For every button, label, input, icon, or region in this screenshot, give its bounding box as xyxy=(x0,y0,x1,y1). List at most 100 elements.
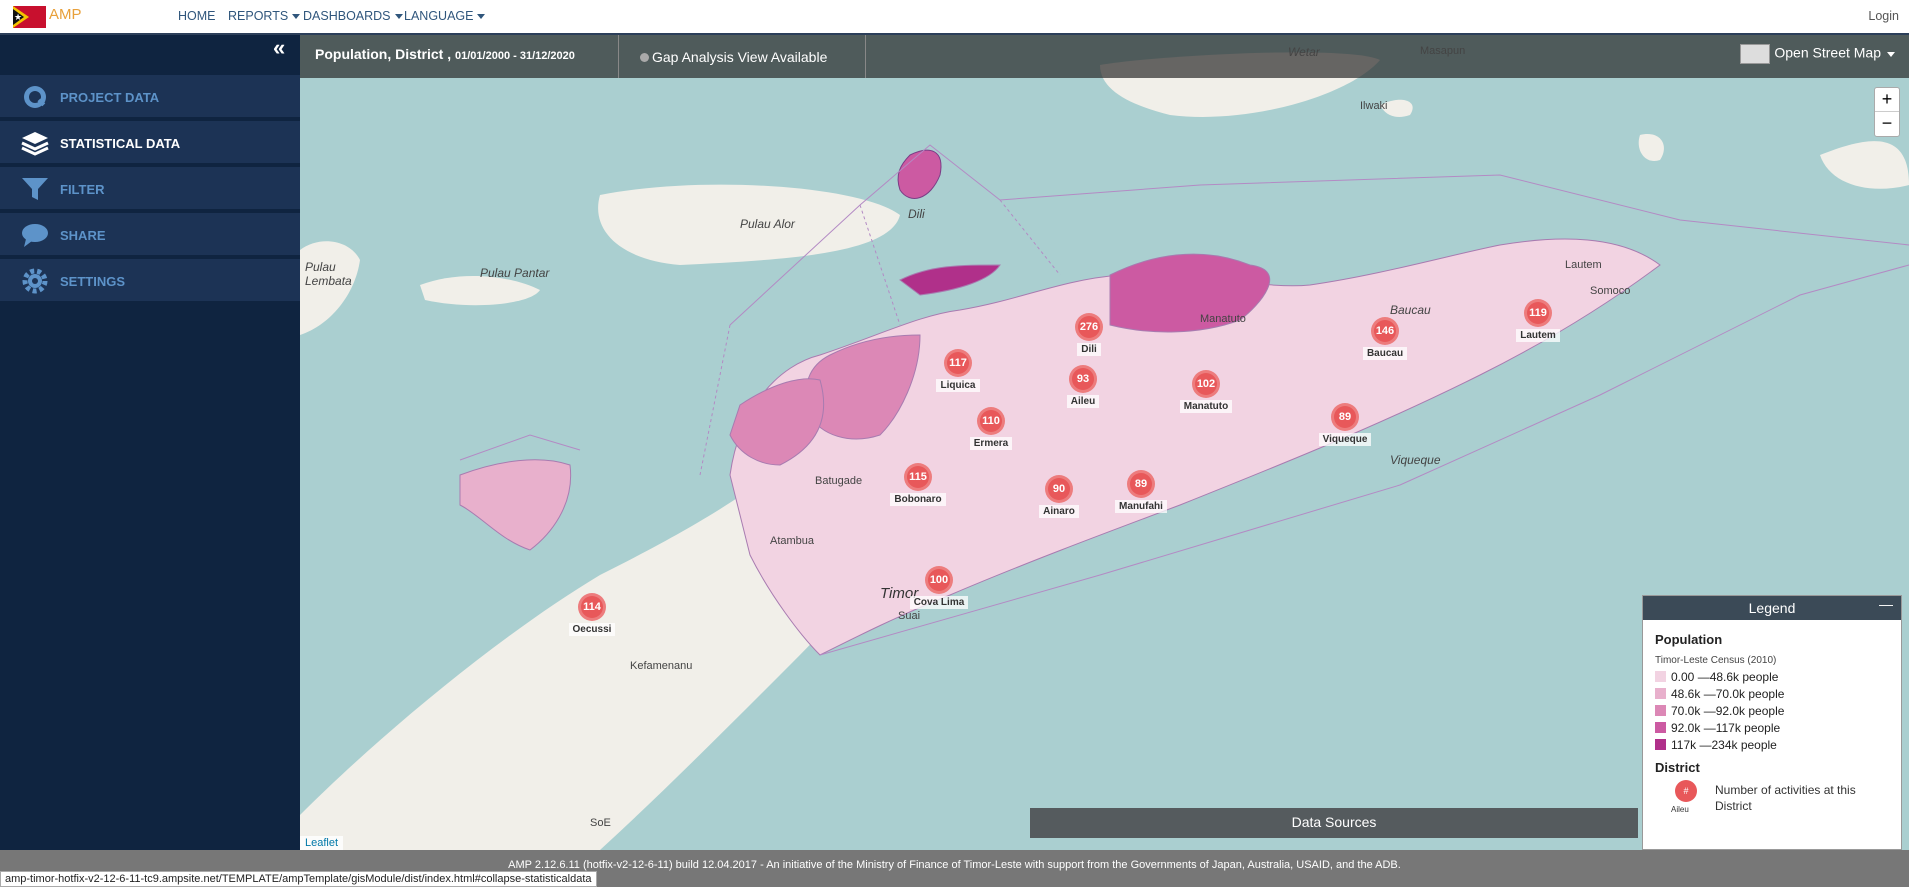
brand-name[interactable]: AMP xyxy=(49,6,82,23)
place-label: Dili xyxy=(908,207,925,221)
nav-dashboards[interactable]: DASHBOARDS xyxy=(303,9,403,23)
district-marker-aileu[interactable]: 93 Aileu xyxy=(1028,365,1138,408)
legend-range-label: 0.00 —48.6k people xyxy=(1671,670,1779,684)
activity-count: 100 xyxy=(925,566,953,594)
divider xyxy=(618,35,619,78)
legend-panel: Legend — Population Timor-Leste Census (2… xyxy=(1642,595,1902,850)
islet-shape xyxy=(1638,134,1664,161)
minimize-icon[interactable]: — xyxy=(1879,592,1893,616)
sidebar-item-project-data[interactable]: PROJECT DATA xyxy=(0,75,300,119)
map-canvas[interactable]: Population, District , 01/01/2000 - 31/1… xyxy=(300,35,1909,850)
login-link[interactable]: Login xyxy=(1868,9,1899,23)
gear-icon xyxy=(22,268,48,294)
district-label: Ainaro xyxy=(1039,505,1079,518)
sidebar-item-settings[interactable]: SETTINGS xyxy=(0,259,300,303)
legend-range-label: 92.0k —117k people xyxy=(1671,721,1781,735)
data-sources-button[interactable]: Data Sources xyxy=(1030,808,1638,838)
sidebar-item-label: FILTER xyxy=(60,182,105,197)
place-label: Wetar xyxy=(1288,45,1320,59)
color-swatch xyxy=(1655,705,1666,716)
sidebar-item-label: PROJECT DATA xyxy=(60,90,160,105)
district-marker-bobonaro[interactable]: 115 Bobonaro xyxy=(863,463,973,506)
district-marker-cova-lima[interactable]: 100 Cova Lima xyxy=(884,566,994,609)
gap-analysis-label: Gap Analysis View Available xyxy=(652,49,828,65)
district-marker-viqueque[interactable]: 89 Viqueque xyxy=(1290,403,1400,446)
legend-range: 70.0k —92.0k people xyxy=(1655,703,1901,720)
place-label: Batugade xyxy=(815,475,863,487)
footer-text: AMP 2.12.6.11 (hotfix-v2-12-6-11) build … xyxy=(508,859,1401,871)
layer-title: Population, District , 01/01/2000 - 31/1… xyxy=(315,46,575,62)
nav-reports-label: REPORTS xyxy=(228,9,289,23)
legend-header: Legend — xyxy=(1643,596,1901,620)
nav-language[interactable]: LANGUAGE xyxy=(404,9,486,23)
activity-count: 89 xyxy=(1127,470,1155,498)
timor-leste-flag-logo[interactable]: ★ xyxy=(13,6,46,28)
nav-reports[interactable]: REPORTS xyxy=(228,9,301,23)
district-marker-manufahi[interactable]: 89 Manufahi xyxy=(1086,470,1196,513)
zoom-out-button[interactable]: − xyxy=(1875,112,1899,136)
top-navbar: ★ AMP HOME REPORTS DASHBOARDS LANGUAGE L… xyxy=(0,0,1909,35)
leaflet-attribution-link[interactable]: Leaflet xyxy=(300,836,344,850)
search-icon xyxy=(24,86,46,108)
gap-analysis-toggle[interactable]: Gap Analysis View Available xyxy=(640,49,827,65)
activity-count: 93 xyxy=(1069,365,1097,393)
zoom-in-button[interactable]: + xyxy=(1875,88,1899,112)
legend-range-label: 117k —234k people xyxy=(1671,738,1777,752)
activity-count: 114 xyxy=(578,593,606,621)
nav-dashboards-label: DASHBOARDS xyxy=(303,9,391,23)
place-label: Suai xyxy=(898,610,921,622)
district-marker-dili[interactable]: 276 Dili xyxy=(1034,313,1144,356)
divider xyxy=(865,35,866,78)
chevron-down-icon xyxy=(1887,51,1895,57)
color-swatch xyxy=(1655,671,1666,682)
district-marker-baucau[interactable]: 146 Baucau xyxy=(1330,317,1440,360)
legend-district: District # Aileu Number of activities at… xyxy=(1655,760,1901,814)
sidebar: « PROJECT DATA STATISTICAL DATA FILTER S… xyxy=(0,35,300,850)
color-swatch xyxy=(1655,722,1666,733)
sidebar-item-label: SETTINGS xyxy=(60,274,126,289)
legend-range: 48.6k —70.0k people xyxy=(1655,686,1901,703)
activity-count: 119 xyxy=(1524,299,1552,327)
district-marker-icon: # xyxy=(1675,780,1697,802)
district-label: Lautem xyxy=(1516,329,1560,342)
place-label: Pulau Alor xyxy=(740,217,795,231)
place-label: Somoco xyxy=(1590,285,1631,297)
dili-district-shape xyxy=(899,264,1001,296)
legend-range-label: 70.0k —92.0k people xyxy=(1671,704,1785,718)
collapse-sidebar-icon[interactable]: « xyxy=(273,37,285,59)
chevron-down-icon xyxy=(394,14,403,20)
sidebar-item-share[interactable]: SHARE xyxy=(0,213,300,257)
activity-count: 102 xyxy=(1192,370,1220,398)
district-marker-manatuto[interactable]: 102 Manatuto xyxy=(1151,370,1261,413)
place-label: Pulau Pantar xyxy=(480,266,550,280)
district-label: Cova Lima xyxy=(909,596,969,609)
district-marker-oecussi[interactable]: 114 Oecussi xyxy=(537,593,647,636)
footer: AMP 2.12.6.11 (hotfix-v2-12-6-11) build … xyxy=(0,850,1909,887)
place-label: Ilwaki xyxy=(1360,100,1388,112)
district-marker-ermera[interactable]: 110 Ermera xyxy=(936,407,1046,450)
maritime-boundary xyxy=(459,434,581,461)
marker-description: Number of activities at this District xyxy=(1715,783,1856,813)
nav-language-label: LANGUAGE xyxy=(404,9,474,23)
activity-count: 117 xyxy=(944,349,972,377)
district-label: Ermera xyxy=(969,437,1013,450)
nav-home[interactable]: HOME xyxy=(178,9,216,23)
sidebar-item-statistical-data[interactable]: STATISTICAL DATA xyxy=(0,121,300,165)
speech-bubble-icon xyxy=(22,224,48,247)
sidebar-item-filter[interactable]: FILTER xyxy=(0,167,300,211)
district-marker-liquica[interactable]: 117 Liquica xyxy=(903,349,1013,392)
place-label: Baucau xyxy=(1390,303,1431,317)
district-label: Aileu xyxy=(1066,395,1100,408)
basemap-selector[interactable]: Open Street Map xyxy=(1740,44,1895,64)
district-marker-lautem[interactable]: 119 Lautem xyxy=(1483,299,1593,342)
color-swatch xyxy=(1655,688,1666,699)
legend-range-label: 48.6k —70.0k people xyxy=(1671,687,1785,701)
legend-population-heading: Population xyxy=(1655,632,1723,647)
place-label: SoE xyxy=(590,817,611,829)
district-label: Bobonaro xyxy=(890,493,946,506)
atauro-island-shape xyxy=(897,149,942,199)
activity-count: 276 xyxy=(1075,313,1103,341)
sidebar-item-label: SHARE xyxy=(60,228,106,243)
activity-count: 89 xyxy=(1331,403,1359,431)
layers-icon xyxy=(21,132,49,156)
